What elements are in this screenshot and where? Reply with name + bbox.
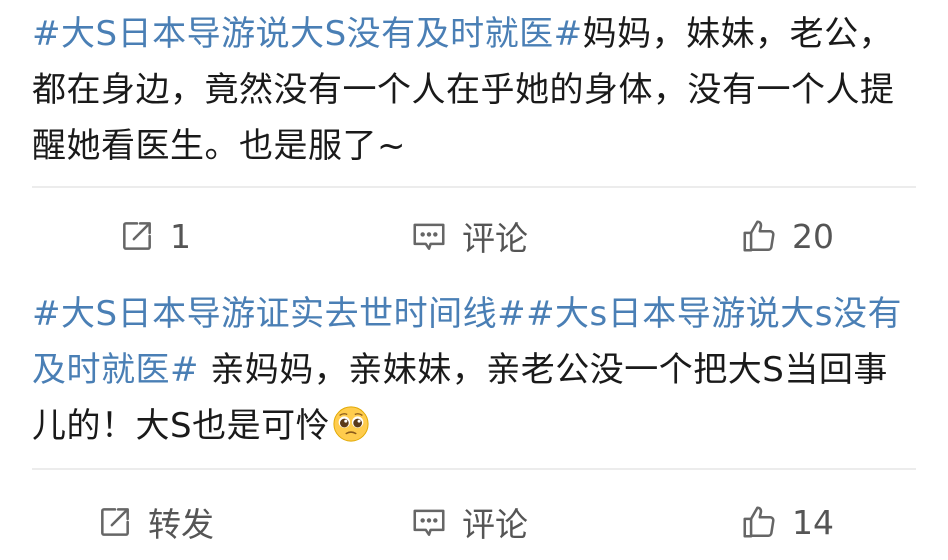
post-2-comment-label: 评论 bbox=[462, 505, 528, 544]
post-2-like-count: 14 bbox=[792, 502, 834, 542]
post-1-body: #大S日本导游说大S没有及时就医#妈妈，妹妹，老公，都在身边，竟然没有一个人在乎… bbox=[32, 6, 922, 174]
post-1-repost-label: 1 bbox=[170, 216, 191, 256]
post-2-repost-label: 转发 bbox=[148, 505, 214, 544]
post-1: #大S日本导游说大S没有及时就医#妈妈，妹妹，老公，都在身边，竟然没有一个人在乎… bbox=[0, 0, 948, 270]
post-1-repost-button[interactable]: 1 bbox=[118, 214, 191, 258]
post-1-like-button[interactable]: 20 bbox=[740, 214, 834, 258]
post-2: #大S日本导游证实去世时间线##大s日本导游说大s没有及时就医# 亲妈妈，亲妹妹… bbox=[0, 270, 948, 560]
thumbs-up-icon bbox=[743, 506, 775, 538]
post-1-comment-label: 评论 bbox=[462, 219, 528, 258]
pleading-face-emoji-icon bbox=[333, 406, 369, 442]
post-1-topic-link[interactable]: #大S日本导游说大S没有及时就医# bbox=[32, 14, 583, 54]
post-2-comment-button[interactable]: 评论 bbox=[410, 500, 528, 544]
post-2-divider bbox=[32, 468, 916, 470]
post-1-like-count: 20 bbox=[792, 216, 834, 256]
repost-icon bbox=[123, 222, 151, 250]
post-2-like-button[interactable]: 14 bbox=[740, 500, 834, 544]
repost-icon bbox=[101, 508, 129, 536]
post-1-divider bbox=[32, 186, 916, 188]
post-2-topic-link-1[interactable]: #大S日本导游证实去世时间线# bbox=[32, 294, 526, 334]
post-2-body: #大S日本导游证实去世时间线##大s日本导游说大s没有及时就医# 亲妈妈，亲妹妹… bbox=[32, 286, 922, 454]
thumbs-up-icon bbox=[743, 220, 775, 252]
comment-icon bbox=[413, 223, 445, 250]
post-1-comment-button[interactable]: 评论 bbox=[410, 214, 528, 258]
comment-icon bbox=[413, 509, 445, 536]
post-2-repost-button[interactable]: 转发 bbox=[96, 500, 214, 544]
